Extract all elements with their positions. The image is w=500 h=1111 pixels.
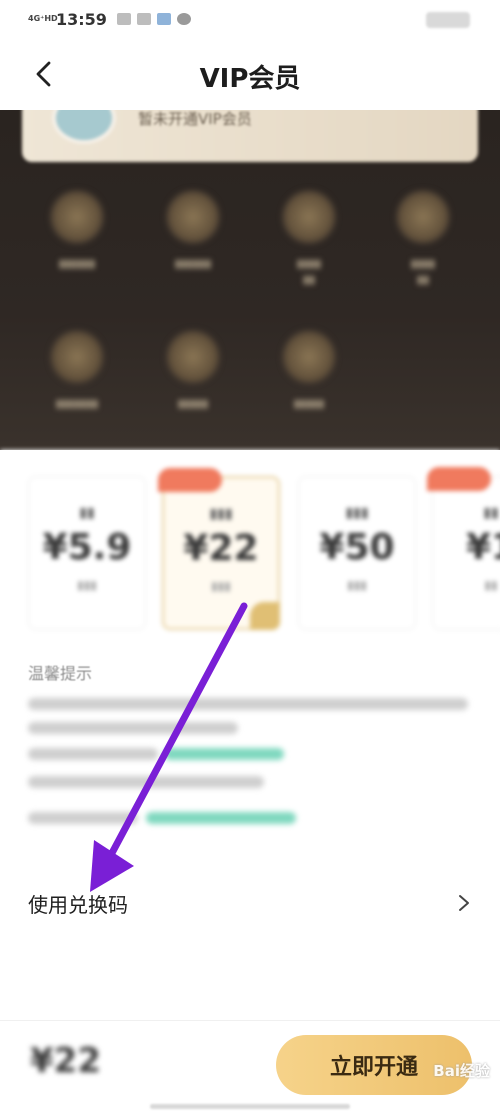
plan-price: ¥22 [183,528,259,569]
plan-subtext: ▮▮ [484,578,498,592]
vip-page: 4G⁺HD 13:59 VIP会员 暂未开通VIP会员 ▮▮▮▮▮▮ ▮▮▮▮▮… [0,0,500,1111]
plan-price: ¥5.9 [42,527,132,568]
perk-icon [50,190,104,244]
page-title: VIP会员 [199,64,301,94]
perk-label: ▮▮▮▮▮▮ [410,257,436,286]
tips-title: 温馨提示 [28,664,93,683]
perks-grid: ▮▮▮▮▮▮ ▮▮▮▮▮▮ ▮▮▮▮ ▮▮ ▮▮▮▮ ▮▮ ▮▮▮▮▮▮▮ ▮▮▮▮… [0,180,500,440]
tips-content [28,692,478,832]
perk-label: ▮▮▮▮▮▮ [174,257,212,270]
perk-icon [282,330,336,384]
tip-line [28,722,238,734]
redeem-code-row[interactable]: 使用兑换码 [0,872,500,934]
perk-item[interactable]: ▮▮▮▮▮▮▮ [22,330,132,450]
status-time: 13:59 [56,9,107,29]
network-indicator: 4G⁺HD [28,14,58,23]
plan-list: ▮▮ ¥5.9 ▮▮▮ ▮▮▮ ¥22 ▮▮▮ ▮▮▮ ¥50 ▮▮▮ ▮▮ ¥… [0,450,500,650]
plan-name: ▮▮▮ [345,505,369,521]
perk-label: ▮▮▮▮▮▮ [296,257,322,286]
plan-name: ▮▮ [79,505,95,521]
tip-line [28,698,468,710]
tip-line [28,812,138,824]
plan-price: ¥50 [319,527,395,568]
perk-label: ▮▮▮▮▮▮▮ [55,397,99,410]
avatar [52,110,116,144]
perk-label: ▮▮▮▮▮▮ [58,257,96,270]
perk-item[interactable]: ▮▮▮▮▮▮ [22,190,132,310]
perk-icon [166,330,220,384]
plan-card[interactable]: ▮▮▮ ¥50 ▮▮▮ [298,476,416,630]
plan-subtext: ▮▮▮ [211,579,231,593]
plan-name: ▮▮▮ [209,506,233,522]
plan-name: ▮▮ [483,505,499,521]
home-indicator [150,1104,350,1109]
tip-link[interactable] [146,812,296,824]
member-status-text: 暂未开通VIP会员 [138,110,252,128]
app-notification-icon [156,13,171,25]
tip-line [28,776,264,788]
dot-notification-icon [176,13,191,25]
member-benefits-panel: 暂未开通VIP会员 ▮▮▮▮▮▮ ▮▮▮▮▮▮ ▮▮▮▮ ▮▮ ▮▮▮▮ ▮▮ ▮▮… [0,110,500,450]
perk-label: ▮▮▮▮▮ [293,397,325,410]
plan-price: ¥1 [465,527,500,568]
perk-icon [396,190,450,244]
perk-item[interactable]: ▮▮▮▮▮▮ [254,190,364,310]
bottom-bar: ¥22 立即开通 [0,1020,500,1111]
perk-icon [282,190,336,244]
plan-card-selected[interactable]: ▮▮▮ ¥22 ▮▮▮ [158,468,280,630]
plan-tag [158,468,222,492]
perk-item[interactable]: ▮▮▮▮▮▮ [138,190,248,310]
selected-check-icon [250,602,280,630]
plan-tag [427,467,491,491]
crown-icon [116,13,131,25]
total-price: ¥22 [30,1041,101,1081]
battery-icon [426,12,470,28]
plan-subtext: ▮▮▮ [347,578,367,592]
baidu-jingyan-watermark: Bai经验 [433,1062,490,1080]
plan-card[interactable]: ▮▮ ¥5.9 ▮▮▮ [28,476,146,630]
perk-label: ▮▮▮▮▮ [177,397,209,410]
perk-icon [50,330,104,384]
crown-icon-2 [136,13,151,25]
header: VIP会员 [0,38,500,110]
chevron-right-icon [458,893,472,913]
tip-link[interactable] [164,748,284,760]
perk-item[interactable]: ▮▮▮▮▮ [138,330,248,450]
plan-subtext: ▮▮▮ [77,578,97,592]
tip-line [28,748,158,760]
redeem-code-label: 使用兑换码 [28,892,128,917]
perk-item[interactable]: ▮▮▮▮▮▮ [368,190,478,310]
perk-item[interactable]: ▮▮▮▮▮ [254,330,364,450]
status-bar: 4G⁺HD 13:59 [0,0,500,38]
plan-card[interactable]: ▮▮ ¥1 ▮▮ [427,467,500,630]
perk-icon [166,190,220,244]
